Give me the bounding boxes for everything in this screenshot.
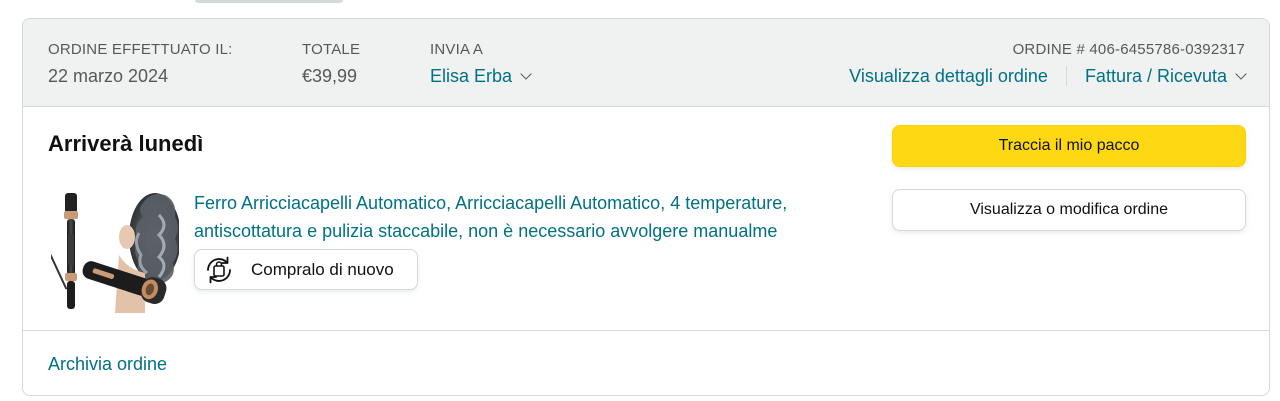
order-total-value: €39,99 (302, 66, 358, 86)
track-package-button[interactable]: Traccia il mio pacco (892, 125, 1246, 167)
order-header: ORDINE EFFETTUATO IL: 22 marzo 2024 TOTA… (23, 19, 1269, 107)
order-links: Visualizza dettagli ordine Fattura / Ric… (849, 64, 1247, 88)
order-date-column: ORDINE EFFETTUATO IL: 22 marzo 2024 (48, 41, 233, 88)
buy-again-button[interactable]: Compralo di nuovo (194, 249, 418, 290)
order-number-column: ORDINE # 406-6455786-0392317 Visualizza … (849, 41, 1247, 88)
invoice-dropdown[interactable]: Fattura / Ricevuta (1085, 64, 1247, 88)
chevron-down-icon (520, 68, 532, 80)
view-or-edit-order-button[interactable]: Visualizza o modifica ordine (892, 189, 1246, 231)
order-total-label: TOTALE (302, 41, 361, 58)
order-card: ORDINE EFFETTUATO IL: 22 marzo 2024 TOTA… (22, 18, 1270, 396)
buy-again-label: Compralo di nuovo (251, 259, 394, 279)
order-date-value: 22 marzo 2024 (48, 66, 169, 86)
order-date-label: ORDINE EFFETTUATO IL: (48, 41, 233, 58)
product-title-link[interactable]: Ferro Arricciacapelli Automatico, Arricc… (194, 189, 854, 245)
invoice-link[interactable]: Fattura / Ricevuta (1085, 66, 1227, 86)
product-thumbnail (48, 185, 181, 313)
previous-tab-indicator (195, 0, 343, 3)
buy-again-icon (199, 250, 239, 290)
archive-order-link[interactable]: Archivia ordine (48, 352, 167, 376)
ship-to-name[interactable]: Elisa Erba (430, 66, 512, 86)
delivery-status: Arriverà lunedì (48, 131, 204, 156)
order-total-column: TOTALE €39,99 (302, 41, 360, 88)
footer-divider (23, 330, 1269, 331)
ship-to-column: INVIA A Elisa Erba (430, 41, 532, 88)
chevron-down-icon (1235, 68, 1247, 80)
view-order-details-link[interactable]: Visualizza dettagli ordine (849, 64, 1048, 88)
order-number: ORDINE # 406-6455786-0392317 (1012, 41, 1245, 58)
ship-to-label: INVIA A (430, 41, 484, 58)
ship-to-dropdown[interactable]: Elisa Erba (430, 64, 532, 88)
product-image[interactable] (48, 185, 181, 313)
link-separator (1065, 66, 1067, 86)
